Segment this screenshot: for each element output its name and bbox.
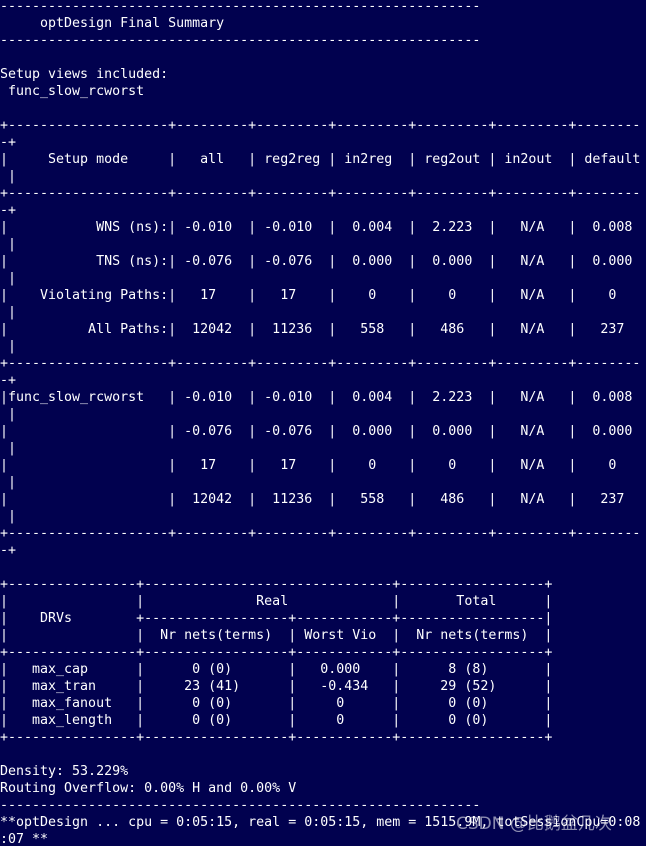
terminal-line: Routing Overflow: 0.00% H and 0.00% V bbox=[0, 781, 297, 796]
terminal-line: | DRVs +------------------+------------+… bbox=[0, 611, 553, 626]
terminal-line: | bbox=[0, 169, 17, 184]
terminal-line: |func_slow_rcworst | -0.010 | -0.010 | 0… bbox=[0, 390, 633, 405]
terminal-line: +--------------------+---------+--------… bbox=[0, 186, 641, 201]
terminal-window[interactable]: ----------------------------------------… bbox=[0, 0, 646, 846]
terminal-line: | max_cap | 0 (0) | 0.000 | 8 (8) | bbox=[0, 662, 553, 677]
terminal-line: +--------------------+---------+--------… bbox=[0, 526, 641, 541]
terminal-line: | bbox=[0, 475, 17, 490]
terminal-line: ----------------------------------------… bbox=[0, 798, 481, 813]
terminal-line: | max_tran | 23 (41) | -0.434 | 29 (52) … bbox=[0, 679, 553, 694]
terminal-line: +----------------+------------------+---… bbox=[0, 645, 553, 660]
terminal-line: | bbox=[0, 407, 17, 422]
terminal-line: +--------------------+---------+--------… bbox=[0, 356, 641, 371]
terminal-line: | max_length | 0 (0) | 0 | 0 (0) | bbox=[0, 713, 553, 728]
terminal-line: | | -0.076 | -0.076 | 0.000 | 0.000 | N/… bbox=[0, 424, 633, 439]
terminal-line: | bbox=[0, 339, 17, 354]
terminal-line: func_slow_rcworst bbox=[0, 84, 145, 99]
terminal-line: | | 17 | 17 | 0 | 0 | N/A | 0 bbox=[0, 458, 617, 473]
terminal-line: :07 ** bbox=[0, 832, 49, 846]
terminal-line: | Violating Paths:| 17 | 17 | 0 | 0 | N/… bbox=[0, 288, 617, 303]
terminal-line: +----------------+----------------------… bbox=[0, 577, 553, 592]
terminal-line: -+ bbox=[0, 203, 17, 218]
terminal-line: | | Real | Total | bbox=[0, 594, 553, 609]
terminal-line: | | 12042 | 11236 | 558 | 486 | N/A | 23… bbox=[0, 492, 625, 507]
terminal-line: -+ bbox=[0, 543, 17, 558]
terminal-line: | bbox=[0, 271, 17, 286]
terminal-line: | Setup mode | all | reg2reg | in2reg | … bbox=[0, 152, 641, 167]
terminal-line: | | Nr nets(terms) | Worst Vio | Nr nets… bbox=[0, 628, 553, 643]
terminal-line: +----------------+------------------+---… bbox=[0, 730, 553, 745]
terminal-line: | bbox=[0, 509, 17, 524]
terminal-line: | WNS (ns):| -0.010 | -0.010 | 0.004 | 2… bbox=[0, 220, 633, 235]
terminal-line: | bbox=[0, 305, 17, 320]
terminal-line: -+ bbox=[0, 373, 17, 388]
terminal-line: | max_fanout | 0 (0) | 0 | 0 (0) | bbox=[0, 696, 553, 711]
terminal-line: ----------------------------------------… bbox=[0, 33, 481, 48]
terminal-line: optDesign Final Summary bbox=[0, 16, 225, 31]
terminal-line: | bbox=[0, 441, 17, 456]
terminal-line: -+ bbox=[0, 135, 17, 150]
terminal-line: Density: 53.229% bbox=[0, 764, 129, 779]
csdn-watermark: CSDN @比鹅盆几次 bbox=[456, 814, 612, 834]
terminal-line: | TNS (ns):| -0.076 | -0.076 | 0.000 | 0… bbox=[0, 254, 633, 269]
terminal-line: +--------------------+---------+--------… bbox=[0, 118, 641, 133]
terminal-line: Setup views included: bbox=[0, 67, 169, 82]
terminal-line: | bbox=[0, 237, 17, 252]
terminal-line: ----------------------------------------… bbox=[0, 0, 481, 14]
terminal-line: | All Paths:| 12042 | 11236 | 558 | 486 … bbox=[0, 322, 625, 337]
